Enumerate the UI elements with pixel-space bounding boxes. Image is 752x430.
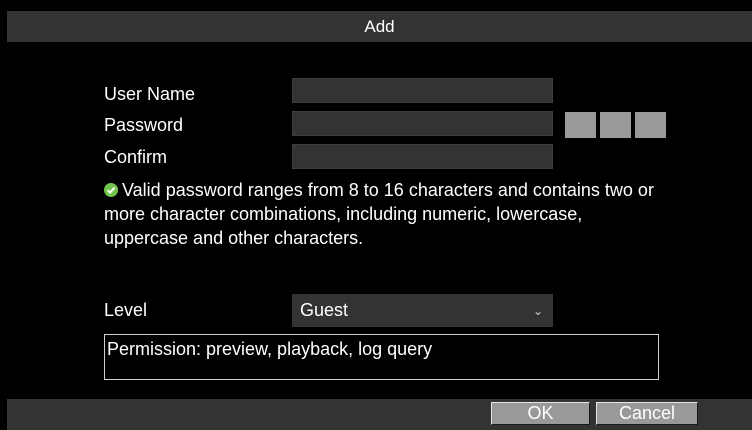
cancel-button[interactable]: Cancel xyxy=(596,402,698,425)
level-select[interactable]: Guest ⌄ xyxy=(292,294,553,327)
user-name-label: User Name xyxy=(104,84,196,104)
password-strength-segment xyxy=(600,112,631,138)
chevron-down-icon: ⌄ xyxy=(532,304,543,318)
password-hint-text: Valid password ranges from 8 to 16 chara… xyxy=(104,180,654,248)
level-label: Level xyxy=(104,300,148,320)
password-label: Password xyxy=(104,115,184,135)
password-strength-segment xyxy=(635,112,666,138)
confirm-password-input[interactable] xyxy=(292,144,553,169)
password-strength-segment xyxy=(565,112,596,138)
check-circle-icon xyxy=(104,183,118,197)
add-user-dialog: Add User Name Password Confirm Valid pas… xyxy=(7,11,752,430)
password-input[interactable] xyxy=(292,111,553,136)
level-select-value: Guest xyxy=(300,300,349,320)
dialog-title: Add xyxy=(7,11,752,42)
password-hint: Valid password ranges from 8 to 16 chara… xyxy=(104,178,664,250)
permission-description: Permission: preview, playback, log query xyxy=(104,334,659,380)
ok-button[interactable]: OK xyxy=(491,402,590,425)
confirm-label: Confirm xyxy=(104,147,168,167)
user-name-input[interactable] xyxy=(292,78,553,103)
dialog-footer: OK Cancel xyxy=(7,399,752,430)
